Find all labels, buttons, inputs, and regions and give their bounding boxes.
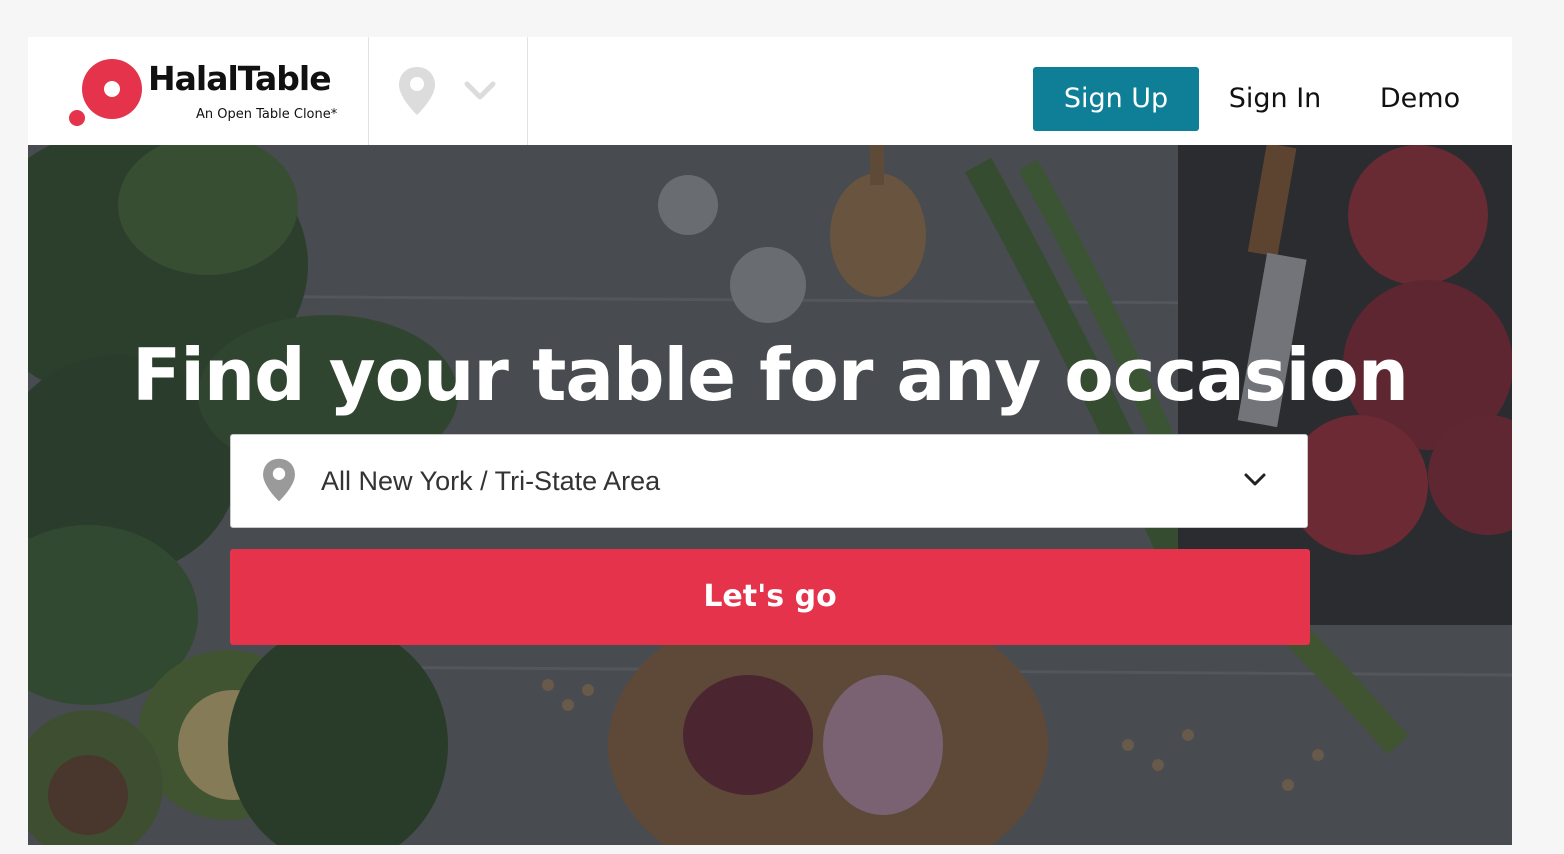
demo-link[interactable]: Demo [1370,67,1470,131]
chevron-down-icon [464,81,496,100]
logo-mark-icon [69,59,142,126]
page: HalalTable An Open Table Clone* Sign Up … [28,37,1512,845]
lets-go-button[interactable]: Let's go [230,549,1310,645]
chevron-down-icon [1244,473,1266,486]
map-pin-icon [399,67,435,115]
logo-tagline: An Open Table Clone* [196,107,338,122]
map-pin-icon [263,458,295,502]
sign-up-button[interactable]: Sign Up [1033,67,1199,131]
logo[interactable]: HalalTable An Open Table Clone* [68,57,348,129]
location-select-value: All New York / Tri-State Area [321,466,661,496]
logo-name: HalalTable [148,59,332,98]
sign-in-link[interactable]: Sign In [1220,67,1330,131]
top-navbar: HalalTable An Open Table Clone* Sign Up … [28,37,1512,145]
location-select[interactable]: All New York / Tri-State Area [230,434,1308,528]
hero-section: Find your table for any occasion All New… [28,145,1512,845]
hero-title: Find your table for any occasion [132,333,1409,417]
location-picker[interactable] [368,37,528,145]
